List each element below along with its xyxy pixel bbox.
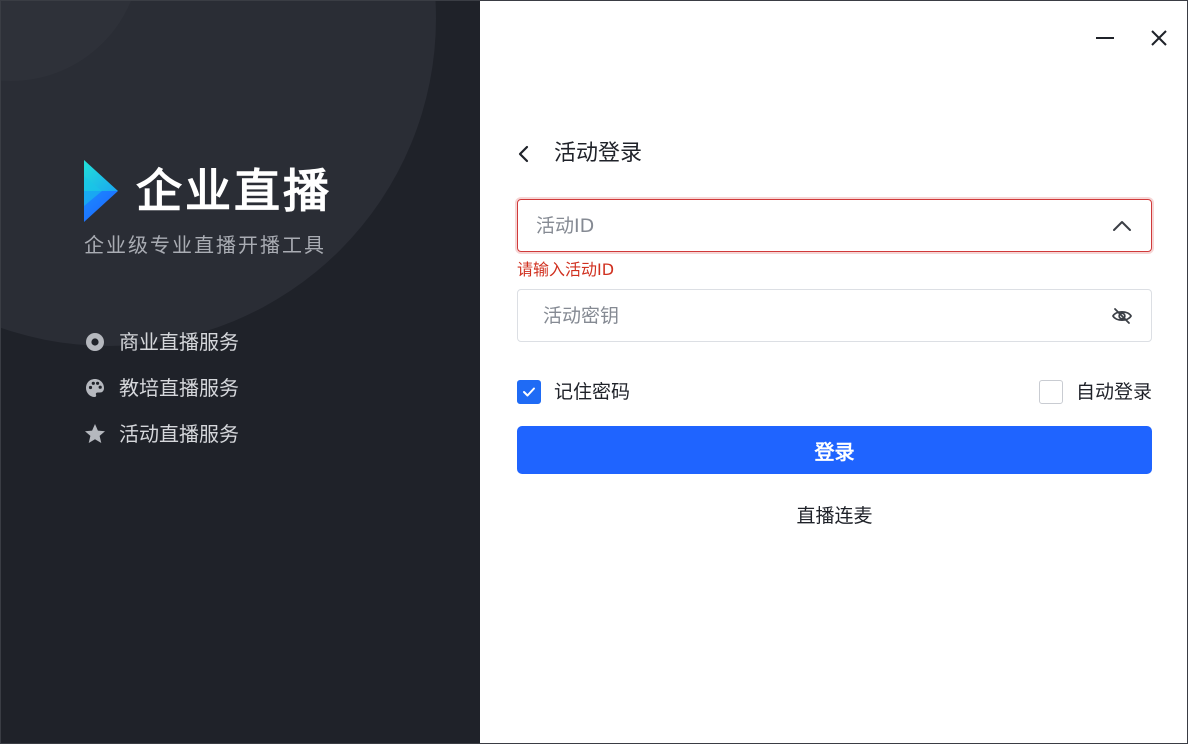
- feature-label: 活动直播服务: [119, 422, 239, 446]
- play-logo-icon: [84, 160, 118, 222]
- brand-title: 企业直播: [136, 164, 332, 218]
- activity-id-field: [517, 199, 1152, 252]
- remember-password-label: 记住密码: [554, 381, 631, 403]
- feature-list: 商业直播服务 教培直播服务 活动直播服务: [84, 319, 239, 457]
- login-header: 活动登录: [517, 137, 642, 171]
- page-title: 活动登录: [554, 141, 643, 166]
- feature-item-commercial: 商业直播服务: [84, 319, 239, 365]
- back-button[interactable]: [517, 137, 541, 171]
- checkbox-box[interactable]: [517, 380, 541, 404]
- checkmark-icon: [523, 387, 535, 397]
- minimize-button[interactable]: [1090, 23, 1120, 53]
- feature-item-event: 活动直播服务: [84, 411, 239, 457]
- activity-key-field: [517, 289, 1152, 342]
- eye-off-icon: [1111, 307, 1133, 324]
- brand-subtitle: 企业级专业直播开播工具: [84, 233, 326, 257]
- remember-password-checkbox[interactable]: 记住密码: [517, 379, 630, 405]
- close-icon: [1151, 30, 1167, 46]
- close-button[interactable]: [1144, 23, 1174, 53]
- palette-icon: [84, 377, 106, 399]
- feature-label: 商业直播服务: [119, 330, 239, 354]
- brand-panel: 企业直播 企业级专业直播开播工具 商业直播服务 教培直播服务 活动直播服务: [1, 1, 480, 743]
- login-window: 企业直播 企业级专业直播开播工具 商业直播服务 教培直播服务 活动直播服务 活动…: [0, 0, 1188, 744]
- activity-id-dropdown-toggle[interactable]: [1093, 200, 1151, 251]
- live-connect-link[interactable]: 直播连麦: [517, 501, 1152, 531]
- record-icon: [84, 331, 106, 353]
- activity-id-input[interactable]: [518, 199, 1093, 252]
- feature-label: 教培直播服务: [119, 376, 239, 400]
- chevron-left-icon: [518, 145, 529, 163]
- activity-key-input[interactable]: [518, 289, 1093, 342]
- brand-header: 企业直播: [84, 160, 332, 222]
- login-panel: 活动登录 请输入活动ID: [480, 1, 1187, 743]
- login-button[interactable]: 登录: [517, 426, 1152, 474]
- activity-id-error: 请输入活动ID: [517, 260, 615, 279]
- minimize-icon: [1096, 37, 1114, 39]
- star-icon: [84, 423, 106, 445]
- auto-login-label: 自动登录: [1075, 381, 1152, 403]
- toggle-key-visibility[interactable]: [1093, 290, 1151, 341]
- checkbox-box[interactable]: [1038, 380, 1063, 404]
- auto-login-checkbox[interactable]: 自动登录: [1038, 379, 1152, 405]
- chevron-up-icon: [1113, 220, 1131, 231]
- feature-item-education: 教培直播服务: [84, 365, 239, 411]
